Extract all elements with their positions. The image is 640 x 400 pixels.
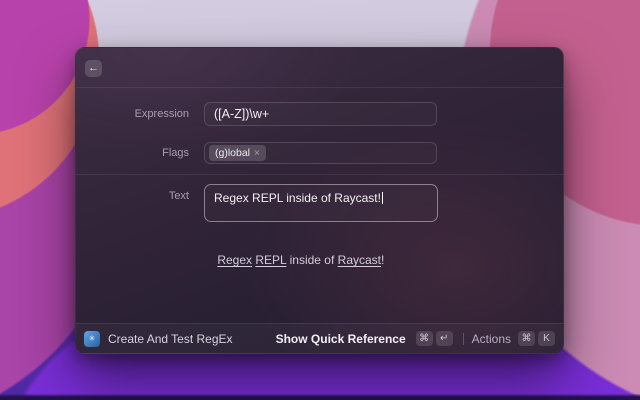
expression-value: ([A-Z])\w+ bbox=[214, 107, 270, 121]
back-button[interactable]: ← bbox=[85, 60, 102, 77]
section-divider bbox=[76, 174, 563, 175]
text-input[interactable]: Regex REPL inside of Raycast! bbox=[204, 184, 438, 222]
flag-tag-label: (g)lobal bbox=[215, 147, 251, 159]
flags-input[interactable]: (g)lobal × bbox=[204, 142, 437, 164]
match-result-text: Regex REPL inside of Raycast! bbox=[204, 239, 549, 281]
match-segment: REPL bbox=[255, 253, 287, 267]
match-segment: Raycast bbox=[337, 253, 382, 267]
text-value: Regex REPL inside of Raycast! bbox=[214, 191, 381, 205]
text-label: Text bbox=[168, 190, 189, 202]
footer-divider bbox=[462, 332, 464, 345]
match-segment: Regex bbox=[217, 253, 253, 267]
expression-label: Expression bbox=[134, 108, 189, 120]
remove-tag-icon[interactable]: × bbox=[254, 148, 260, 159]
show-quick-reference-button[interactable]: Show Quick Reference bbox=[276, 332, 406, 346]
actions-button[interactable]: Actions bbox=[472, 332, 511, 346]
return-keycap: ↵ bbox=[435, 331, 453, 346]
shortcut-group: Show Quick Reference ⌘ ↵ Actions ⌘ K bbox=[276, 331, 555, 346]
raycast-window: ← Expression ([A-Z])\w+ Flags (g)lobal ×… bbox=[75, 47, 564, 354]
action-bar: ✳ Create And Test RegEx Show Quick Refer… bbox=[76, 323, 563, 353]
window-header: ← bbox=[76, 48, 563, 88]
sparkle-icon: ✳ bbox=[88, 334, 96, 343]
command-keycap: ⌘ bbox=[518, 331, 535, 346]
extension-title: Create And Test RegEx bbox=[108, 331, 233, 346]
extension-icon: ✳ bbox=[84, 330, 100, 347]
expression-input[interactable]: ([A-Z])\w+ bbox=[204, 102, 437, 126]
flags-label: Flags bbox=[162, 147, 189, 159]
back-arrow-icon: ← bbox=[88, 62, 99, 74]
plain-segment: inside of bbox=[286, 253, 338, 267]
k-keycap: K bbox=[538, 331, 555, 346]
command-keycap: ⌘ bbox=[415, 331, 433, 346]
flag-tag-global[interactable]: (g)lobal × bbox=[209, 145, 266, 161]
text-cursor bbox=[381, 192, 383, 204]
plain-segment: ! bbox=[381, 253, 385, 267]
